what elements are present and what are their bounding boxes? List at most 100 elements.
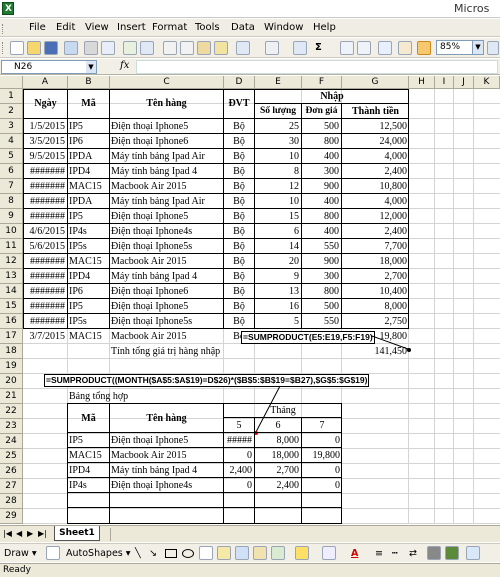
summary-month7-cell[interactable]: 19,800 xyxy=(302,448,342,463)
date-cell[interactable]: ####### xyxy=(24,299,67,314)
select-objects-icon[interactable] xyxy=(46,546,60,560)
print-preview-icon[interactable] xyxy=(101,41,115,55)
column-header-e[interactable]: E xyxy=(255,76,302,89)
summary-code-cell[interactable]: IP4s xyxy=(68,478,109,493)
save-icon[interactable] xyxy=(44,41,58,55)
menu-format[interactable]: Format xyxy=(152,22,187,33)
menu-file[interactable]: File xyxy=(29,22,46,33)
qty-cell[interactable]: 6 xyxy=(255,224,301,239)
row-header[interactable]: 9 xyxy=(0,209,23,224)
summary-header-ten-hang[interactable]: Tên hàng xyxy=(110,411,223,426)
date-cell[interactable]: 3/7/2015 xyxy=(24,329,67,344)
column-header-j[interactable]: J xyxy=(454,76,474,89)
price-cell[interactable]: 400 xyxy=(302,224,341,239)
row-header[interactable]: 24 xyxy=(0,434,23,449)
amount-cell[interactable]: 8,000 xyxy=(342,299,409,314)
row-header[interactable]: 8 xyxy=(0,194,23,209)
product-cell[interactable]: Máy tính bảng Ipad 4 xyxy=(110,269,223,284)
column-header-g[interactable]: G xyxy=(342,76,409,89)
row-header[interactable]: 29 xyxy=(0,509,23,524)
row-header[interactable]: 13 xyxy=(0,269,23,284)
qty-cell[interactable]: 15 xyxy=(255,209,301,224)
price-cell[interactable]: 550 xyxy=(302,314,341,329)
date-cell[interactable]: 4/6/2015 xyxy=(24,224,67,239)
first-sheet-icon[interactable]: |◀ xyxy=(3,529,12,538)
row-header[interactable]: 27 xyxy=(0,479,23,494)
price-cell[interactable]: 800 xyxy=(302,134,341,149)
undo-icon[interactable] xyxy=(236,41,250,55)
date-cell[interactable]: 5/6/2015 xyxy=(24,239,67,254)
column-header-h[interactable]: H xyxy=(409,76,435,89)
code-cell[interactable]: IPD4 xyxy=(68,164,109,179)
unit-cell[interactable]: Bộ xyxy=(224,209,254,224)
row-header[interactable]: 21 xyxy=(0,389,23,404)
font-color-icon[interactable]: A xyxy=(351,548,358,559)
product-cell[interactable]: Macbook Air 2015 xyxy=(110,254,223,269)
next-sheet-icon[interactable]: ▶ xyxy=(27,529,33,538)
price-cell[interactable]: 300 xyxy=(302,269,341,284)
date-cell[interactable]: 9/5/2015 xyxy=(24,149,67,164)
unit-cell[interactable]: Bộ xyxy=(224,149,254,164)
amount-cell[interactable]: 24,000 xyxy=(342,134,409,149)
summary-month7-cell[interactable]: 0 xyxy=(302,433,342,448)
summary-product-cell[interactable]: Điện thoại Iphone5 xyxy=(110,433,223,448)
summary-month5-cell[interactable]: 0 xyxy=(224,478,254,493)
row-header[interactable]: 19 xyxy=(0,359,23,374)
qty-cell[interactable]: 12 xyxy=(255,179,301,194)
code-cell[interactable]: IP6 xyxy=(68,134,109,149)
autosum-icon[interactable]: Σ xyxy=(315,42,322,53)
select-all-corner[interactable] xyxy=(0,76,23,89)
amount-cell[interactable]: 10,400 xyxy=(342,284,409,299)
3d-style-icon[interactable] xyxy=(445,546,459,560)
summary-header-ma[interactable]: Mã xyxy=(68,411,109,426)
code-cell[interactable]: IP4s xyxy=(68,224,109,239)
toolbar-options-icon[interactable] xyxy=(466,546,480,560)
date-cell[interactable]: ####### xyxy=(24,209,67,224)
draw-menu[interactable]: Draw ▾ xyxy=(4,548,37,559)
product-cell[interactable]: Điện thoại Iphone5 xyxy=(110,299,223,314)
row-header[interactable]: 22 xyxy=(0,404,23,419)
row-header[interactable]: 5 xyxy=(0,149,23,164)
row-header[interactable]: 12 xyxy=(0,254,23,269)
menu-insert[interactable]: Insert xyxy=(117,22,146,33)
date-cell[interactable]: ####### xyxy=(24,179,67,194)
code-cell[interactable]: IP5 xyxy=(68,299,109,314)
summary-month7-cell[interactable]: 0 xyxy=(302,478,342,493)
product-cell[interactable]: Máy tính bảng Ipad 4 xyxy=(110,164,223,179)
qty-cell[interactable]: 20 xyxy=(255,254,301,269)
format-painter-icon[interactable] xyxy=(214,41,228,55)
summary-month6-cell[interactable]: 2,400 xyxy=(255,478,301,493)
qty-cell[interactable]: 30 xyxy=(255,134,301,149)
date-cell[interactable]: ####### xyxy=(24,254,67,269)
amount-cell[interactable]: 18,000 xyxy=(342,254,409,269)
header-ngay[interactable]: Ngày xyxy=(24,96,67,111)
header-don-gia[interactable]: Đơn giá xyxy=(302,104,341,119)
date-cell[interactable]: 1/5/2015 xyxy=(24,119,67,134)
summary-code-cell[interactable]: IP5 xyxy=(68,433,109,448)
product-cell[interactable]: Macbook Air 2015 xyxy=(110,329,223,344)
qty-cell[interactable]: 16 xyxy=(255,299,301,314)
rectangle-icon[interactable] xyxy=(165,549,177,558)
product-cell[interactable]: Điện thoại Iphone5s xyxy=(110,239,223,254)
unit-cell[interactable]: Bộ xyxy=(224,164,254,179)
amount-cell[interactable]: 4,000 xyxy=(342,194,409,209)
amount-cell[interactable]: 12,500 xyxy=(342,119,409,134)
qty-cell[interactable]: 9 xyxy=(255,269,301,284)
menu-help[interactable]: Help xyxy=(313,22,336,33)
price-cell[interactable]: 800 xyxy=(302,209,341,224)
row-header[interactable]: 20 xyxy=(0,374,23,389)
header-so-luong[interactable]: Số lượng xyxy=(255,104,301,119)
summary-month5-cell[interactable]: 0 xyxy=(224,448,254,463)
row-header[interactable]: 26 xyxy=(0,464,23,479)
header-ma[interactable]: Mã xyxy=(68,96,109,111)
menu-edit[interactable]: Edit xyxy=(56,22,75,33)
row-header[interactable]: 25 xyxy=(0,449,23,464)
name-box[interactable]: N26 ▼ xyxy=(1,60,97,74)
product-cell[interactable]: Máy tính bảng Ipad Air xyxy=(110,149,223,164)
product-cell[interactable]: Điện thoại Iphone6 xyxy=(110,284,223,299)
open-icon[interactable] xyxy=(27,41,41,55)
new-icon[interactable] xyxy=(10,41,24,55)
dash-style-icon[interactable]: ┅ xyxy=(392,548,398,559)
unit-cell[interactable]: Bộ xyxy=(224,239,254,254)
price-cell[interactable]: 500 xyxy=(302,299,341,314)
